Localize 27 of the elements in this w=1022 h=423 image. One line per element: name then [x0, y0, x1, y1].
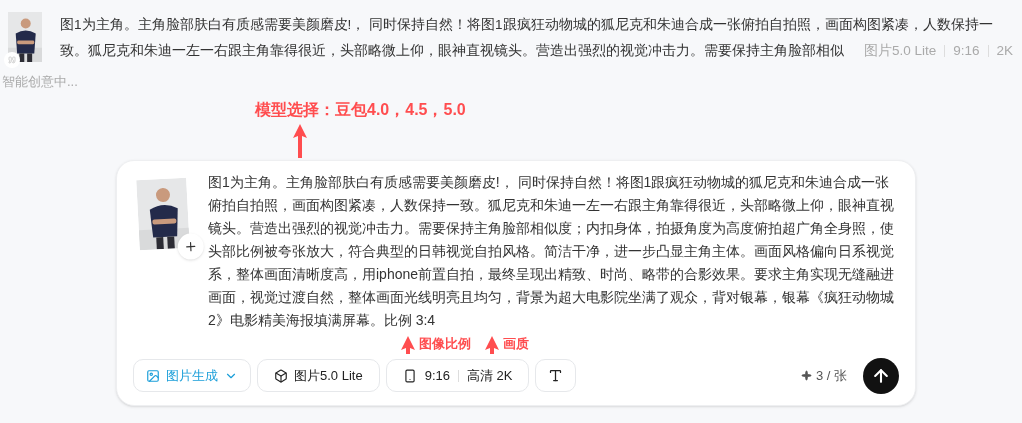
annotation-arrow [485, 335, 499, 354]
history-prompt-line: 图1为主角。主角脸部肤白有质感需要美颜磨皮!， 同时保持自然！将图1跟疯狂动物城的狐尼克和朱迪合成一张俯拍自拍照，画面构图紧凑，人数保持一 [60, 16, 993, 34]
phone-icon [402, 368, 417, 383]
history-meta: 图片5.0 Lite [864, 42, 937, 60]
cube-icon [274, 368, 288, 383]
annotation-label: 模型选择：豆包4.0，4.5，5.0 [255, 99, 466, 120]
add-image-button[interactable] [177, 232, 205, 260]
text-format-button[interactable] [535, 359, 577, 392]
model-button[interactable]: 图片5.0 Lite [257, 359, 380, 392]
ratio-label: 9:16 [424, 366, 450, 385]
annotation-label: 图像比例 [419, 335, 471, 353]
send-button[interactable] [863, 357, 899, 394]
size-button[interactable]: 9:16 高清 2K [385, 359, 530, 392]
annotation-label: 画质 [503, 335, 529, 353]
history-meta: 2K [996, 42, 1014, 60]
quality-label: 高清 2K [466, 366, 513, 385]
text-format-icon [548, 368, 564, 383]
history-meta: 9:16 [953, 42, 980, 60]
credits-label: 3 / 张 [800, 365, 847, 386]
status-text: 智能创意中... [1, 73, 78, 91]
prompt-text: 图1为主角。主角脸部肤白有质感需要美颜磨皮!， 同时保持自然！将图1跟疯狂动物城的狐尼克和朱迪合成一张俯拍自拍照，画面构图紧凑，人数保持一致。狐尼克和朱迪一左一右跟主角靠得很近，头部略微上仰，眼神直视镜头。营造出强烈的视觉冲击力。需要保持主角脸部相似度；内扣身体，拍摄角度为高度俯拍超广角全身照，使头部比例被夸张放大，符合典型的日韩视觉自拍风格。简洁干净，进一步凸显主角主体。画面风格偏向日系视觉系，整体画面清晰度高，用iphone前置自拍，最终呈现出精致、时尚、略带的合影效果。要求主角实现无缝融进画面，视觉过渡自然，整体画面光线明亮且均匀，背景为超大电影院坐满了观众，背对银幕，银幕《疯狂动物城2》电影精美海报填满屏幕。比例 3:4 [208, 172, 896, 330]
image-icon [146, 368, 160, 383]
annotation-arrow [401, 335, 415, 354]
history-prompt-line: 致。狐尼克和朱迪一左一右跟主角靠得很近，头部略微上仰，眼神直视镜头。营造出强烈的视觉冲击力。需要保持主角脸部相似 [60, 42, 844, 60]
quote-icon [8, 56, 16, 64]
annotation-arrow [293, 123, 307, 158]
sparkle-icon [800, 370, 812, 381]
